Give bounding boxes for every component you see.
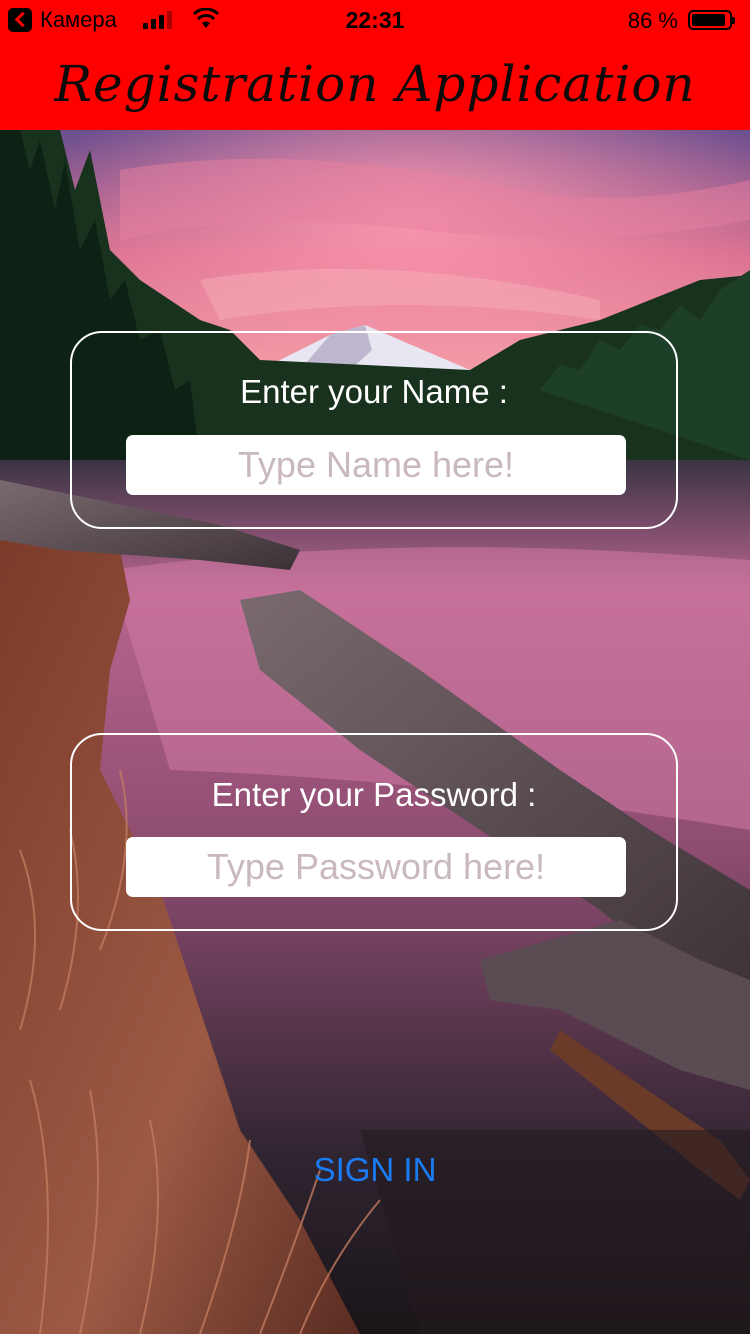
name-label: Enter your Name : (240, 373, 508, 410)
page-title: Registration Application (54, 55, 696, 113)
battery-percent: 86 % (627, 8, 678, 33)
name-input[interactable] (126, 435, 626, 495)
password-label: Enter your Password : (211, 776, 537, 813)
status-bar: Камера 22:31 86 % (0, 0, 750, 40)
password-input[interactable] (126, 837, 626, 897)
app-header: Registration Application (0, 40, 750, 130)
name-field-container: Enter your Name : (70, 331, 678, 529)
battery-icon (688, 10, 735, 30)
sign-in-button[interactable]: SIGN IN (0, 1150, 750, 1190)
password-field-container: Enter your Password : (70, 733, 678, 931)
